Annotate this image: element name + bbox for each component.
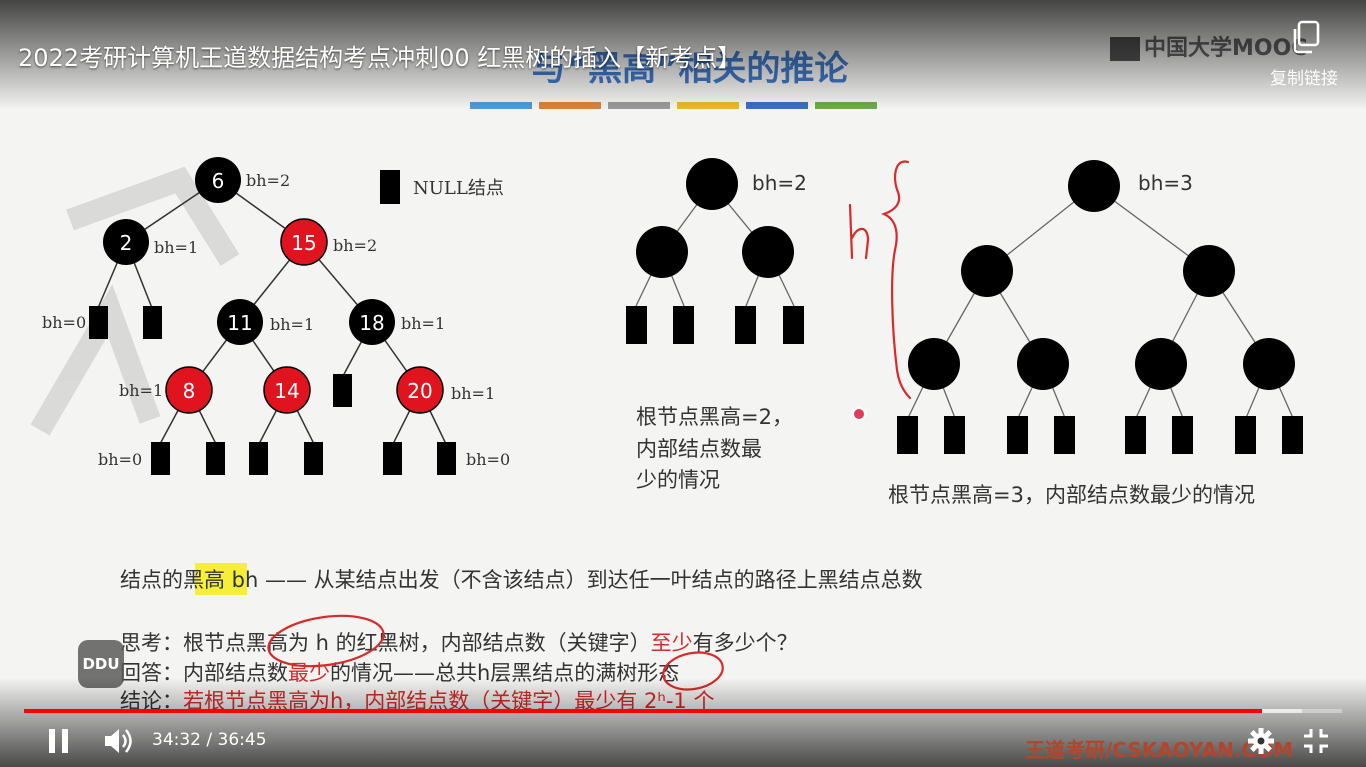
bh-label: bh=2 [246,171,290,190]
progress-bar[interactable] [24,709,1342,713]
lecture-slide: 与“黑高”相关的推论 6 2 15 11 18 8 14 20 bh=2 bh=… [0,0,1303,713]
laser-pointer [852,407,866,421]
node-20: 20 [396,366,444,414]
node-6: 6 [195,157,241,203]
exit-fullscreen-icon[interactable] [1302,727,1330,755]
svg-text:20: 20 [407,379,432,403]
node-8: 8 [165,366,213,414]
ddu-logo: DDU [78,640,124,688]
svg-text:6: 6 [212,169,225,193]
copy-link-button[interactable]: 复制链接 [1262,18,1346,90]
time-display: 34:32 / 36:45 [152,730,267,750]
svg-text:11: 11 [227,311,252,335]
null-legend-icon [380,170,400,204]
progress-played [24,709,1263,713]
copy-link-label: 复制链接 [1270,69,1338,89]
duration: 36:45 [217,730,267,750]
video-title[interactable]: 2022考研计算机王道数据结构考点冲刺00 红黑树的插入【新考点】 [18,38,741,73]
tree3-caption: 根节点黑高=3，内部结点数最少的情况 [888,483,1255,507]
svg-text:15: 15 [291,231,316,255]
bh-label: bh=1 [154,238,198,257]
tree3-bh-label: bh=3 [1138,171,1193,195]
handwritten-brace-annotation [848,160,912,400]
definition-line: 结点的黑高 bh —— 从某结点出发（不含该结点）到达任一叶结点的路径上黑结点总… [120,568,923,592]
bh-label: bh=0 [98,450,142,469]
color-bar-segment [677,102,739,109]
bh-label: bh=1 [270,315,314,334]
node-15: 15 [280,218,328,266]
svg-text:2: 2 [120,231,133,255]
current-time: 34:32 [152,730,201,750]
bh-label: bh=1 [119,381,163,400]
bh-label: bh=1 [401,314,445,333]
answer-line: 回答：内部结点数最少的情况——总共h层黑结点的满树形态 [120,661,679,685]
tree2-bh-label: bh=2 [752,171,807,195]
video-player[interactable]: 与“黑高”相关的推论 6 2 15 11 18 8 14 20 bh=2 bh=… [0,0,1366,767]
bh-label: bh=2 [333,236,377,255]
tree2-caption-line: 内部结点数最 [636,437,762,461]
color-bar-segment [470,102,532,109]
svg-text:8: 8 [183,379,196,403]
null-legend-label: NULL结点 [413,178,504,199]
bh-label: bh=1 [451,384,495,403]
node-11: 11 [217,299,263,345]
color-bar-segment [746,102,808,109]
tree2-caption-line: 少的情况 [636,468,720,492]
color-bar-segment [539,102,601,109]
bh-label: bh=0 [42,313,86,332]
heading-color-bar [470,102,877,109]
tree-example-2: bh=2 根节点黑高=2， 内部结点数最 少的情况 [626,158,807,492]
node-2: 2 [103,219,149,265]
color-bar-segment [815,102,877,109]
node-14: 14 [263,366,311,414]
think-line: 思考：根节点黑高为 h 的红黑树，内部结点数（关键字）至少有多少个？ [120,631,798,655]
gear-icon[interactable] [1247,727,1275,755]
copy-icon [1293,20,1320,54]
tree2-caption-line: 根节点黑高=2， [636,405,793,429]
node-18: 18 [349,299,395,345]
pause-icon[interactable] [46,727,72,755]
svg-text:18: 18 [359,311,384,335]
handwritten-h: h [0,0,2,1]
bh-label: bh=0 [466,450,510,469]
color-bar-segment [608,102,670,109]
svg-text:14: 14 [274,379,299,403]
time-separator: / [206,730,213,750]
volume-icon[interactable] [103,726,135,756]
